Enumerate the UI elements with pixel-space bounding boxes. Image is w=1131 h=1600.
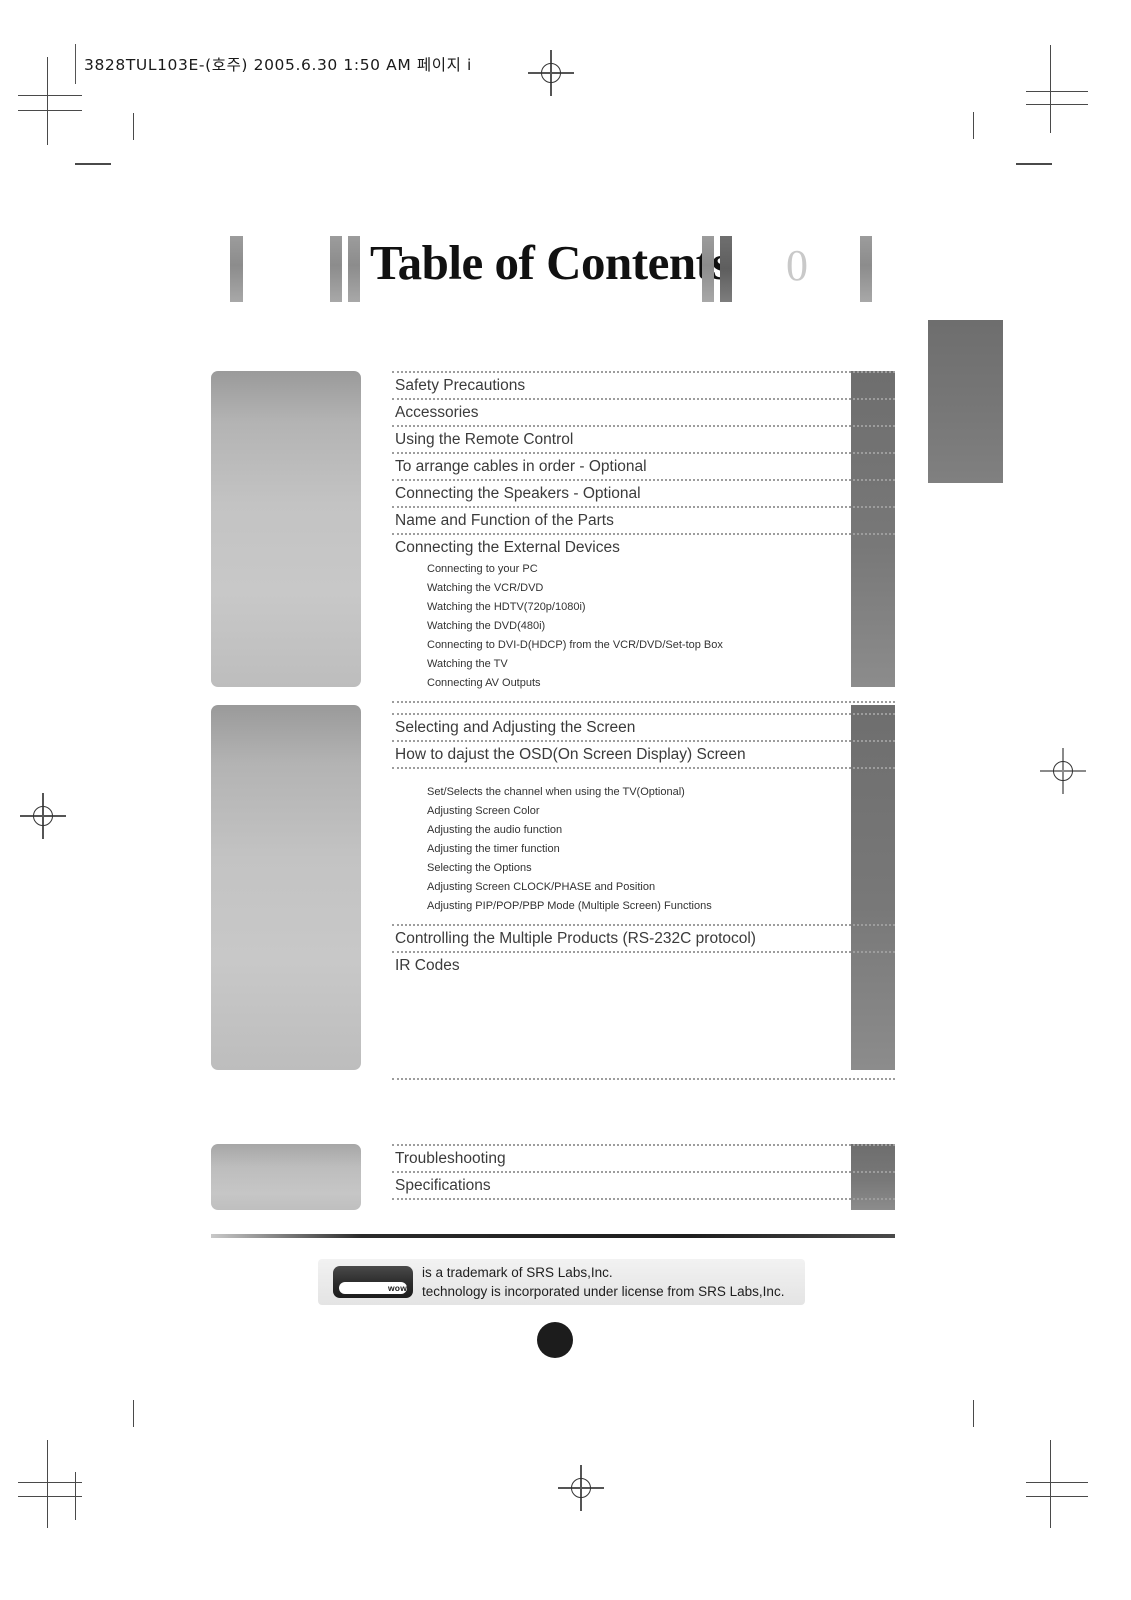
crop-mark-top-left-inner [133, 113, 134, 140]
toc-entry[interactable]: How to dajust the OSD(On Screen Display)… [392, 742, 892, 767]
registration-mark-left [20, 793, 66, 839]
page-marker-dot [537, 1322, 573, 1358]
crop-mark-top-left-horizontal [18, 95, 82, 96]
crop-mark-top-right-horizontal-2 [1026, 104, 1088, 105]
toc-rule [392, 701, 895, 703]
footer-divider [211, 1234, 895, 1238]
crop-mark-bottom-left-bleed [75, 1472, 76, 1520]
srs-trademark-line-2: technology is incorporated under license… [422, 1283, 785, 1299]
toc-section-2: Selecting and Adjusting the Screen How t… [392, 705, 895, 1080]
title-bar-decoration-6 [860, 236, 872, 302]
toc-entry[interactable]: Using the Remote Control [392, 427, 892, 452]
crop-mark-top-right-horizontal [1026, 91, 1088, 92]
page-title: Table of Contents 0 [230, 235, 910, 308]
registration-mark-bottom [558, 1465, 604, 1511]
toc-entry[interactable]: IR Codes [392, 953, 892, 978]
srs-trademark-line-1: is a trademark of SRS Labs,Inc. [422, 1265, 613, 1280]
crop-mark-top-right-inner [973, 112, 974, 139]
toc-entry[interactable]: Troubleshooting [392, 1146, 892, 1171]
toc-subentry[interactable]: Watching the VCR/DVD [392, 579, 892, 598]
toc-entry[interactable]: Specifications [392, 1173, 892, 1198]
header-divider [75, 44, 76, 84]
toc-subentry[interactable]: Adjusting the timer function [392, 840, 892, 859]
title-bar-decoration-3 [348, 236, 360, 302]
crop-mark-top-right-vertical [1050, 45, 1051, 133]
crop-mark-top-left-horizontal-2 [18, 110, 82, 111]
crop-mark-top-left-vertical [47, 57, 48, 145]
toc-rule [392, 1198, 895, 1200]
wow-logo-icon: wow [333, 1266, 413, 1298]
toc-subentry[interactable]: Connecting to DVI-D(HDCP) from the VCR/D… [392, 636, 892, 655]
crop-mark-bottom-right-vertical [1050, 1440, 1051, 1528]
registration-mark-top [528, 50, 574, 96]
toc-subentry[interactable]: Watching the HDTV(720p/1080i) [392, 598, 892, 617]
toc-entry[interactable]: Safety Precautions [392, 373, 892, 398]
toc-subentry[interactable]: Watching the DVD(480i) [392, 617, 892, 636]
section-thumbnail-3 [211, 1144, 361, 1210]
toc-subentry[interactable]: Set/Selects the channel when using the T… [392, 783, 892, 802]
toc-entry[interactable]: Accessories [392, 400, 892, 425]
margin-thumb-tab [928, 320, 1003, 483]
section-thumbnail-1 [211, 371, 361, 687]
crop-mark-bottom-left-horizontal-2 [18, 1496, 82, 1497]
toc-section-1: Safety Precautions Accessories Using the… [392, 371, 895, 703]
toc-subentry[interactable]: Adjusting Screen CLOCK/PHASE and Positio… [392, 878, 892, 897]
srs-text-block: is a trademark of SRS Labs,Inc. technolo… [422, 1264, 784, 1301]
title-bar-decoration-4 [702, 236, 714, 302]
page-title-text: Table of Contents [370, 235, 730, 290]
page-header-filename: 3828TUL103E-(호주) 2005.6.30 1:50 AM 페이지 i [84, 56, 472, 74]
edge-mark-left [75, 163, 111, 165]
toc-subentry[interactable]: Selecting the Options [392, 859, 892, 878]
crop-mark-bottom-right-inner [973, 1400, 974, 1427]
crop-mark-bottom-right-horizontal-2 [1026, 1496, 1088, 1497]
edge-mark-right [1016, 163, 1052, 165]
toc-entry[interactable]: Selecting and Adjusting the Screen [392, 715, 892, 740]
toc-entry[interactable]: Name and Function of the Parts [392, 508, 892, 533]
registration-mark-right [1040, 748, 1086, 794]
toc-entry[interactable]: To arrange cables in order - Optional [392, 454, 892, 479]
toc-rule [392, 1078, 895, 1080]
title-bar-decoration-5 [720, 236, 732, 302]
crop-mark-bottom-left-horizontal [18, 1482, 82, 1483]
toc-entry[interactable]: Connecting the External Devices [392, 535, 892, 560]
section-thumbnail-2 [211, 705, 361, 1070]
toc-entry[interactable]: Connecting the Speakers - Optional [392, 481, 892, 506]
toc-subentry[interactable]: Connecting to your PC [392, 560, 892, 579]
toc-subentry[interactable]: Adjusting PIP/POP/PBP Mode (Multiple Scr… [392, 897, 892, 916]
title-bar-decoration-2 [330, 236, 342, 302]
toc-subentry[interactable]: Connecting AV Outputs [392, 674, 892, 693]
crop-mark-bottom-right-horizontal [1026, 1482, 1088, 1483]
page-title-number: 0 [786, 241, 808, 290]
toc-subentry[interactable]: Watching the TV [392, 655, 892, 674]
crop-mark-bottom-left-inner [133, 1400, 134, 1427]
toc-entry[interactable]: Controlling the Multiple Products (RS-23… [392, 926, 892, 951]
wow-logo-text: wow [387, 1283, 407, 1293]
srs-trademark-box: wow is a trademark of SRS Labs,Inc. tech… [318, 1259, 805, 1305]
toc-subentry[interactable]: Adjusting Screen Color [392, 802, 892, 821]
toc-subentry[interactable]: Adjusting the audio function [392, 821, 892, 840]
crop-mark-bottom-left-vertical [47, 1440, 48, 1528]
title-bar-decoration-1 [230, 236, 243, 302]
toc-section-3: Troubleshooting Specifications [392, 1144, 895, 1200]
